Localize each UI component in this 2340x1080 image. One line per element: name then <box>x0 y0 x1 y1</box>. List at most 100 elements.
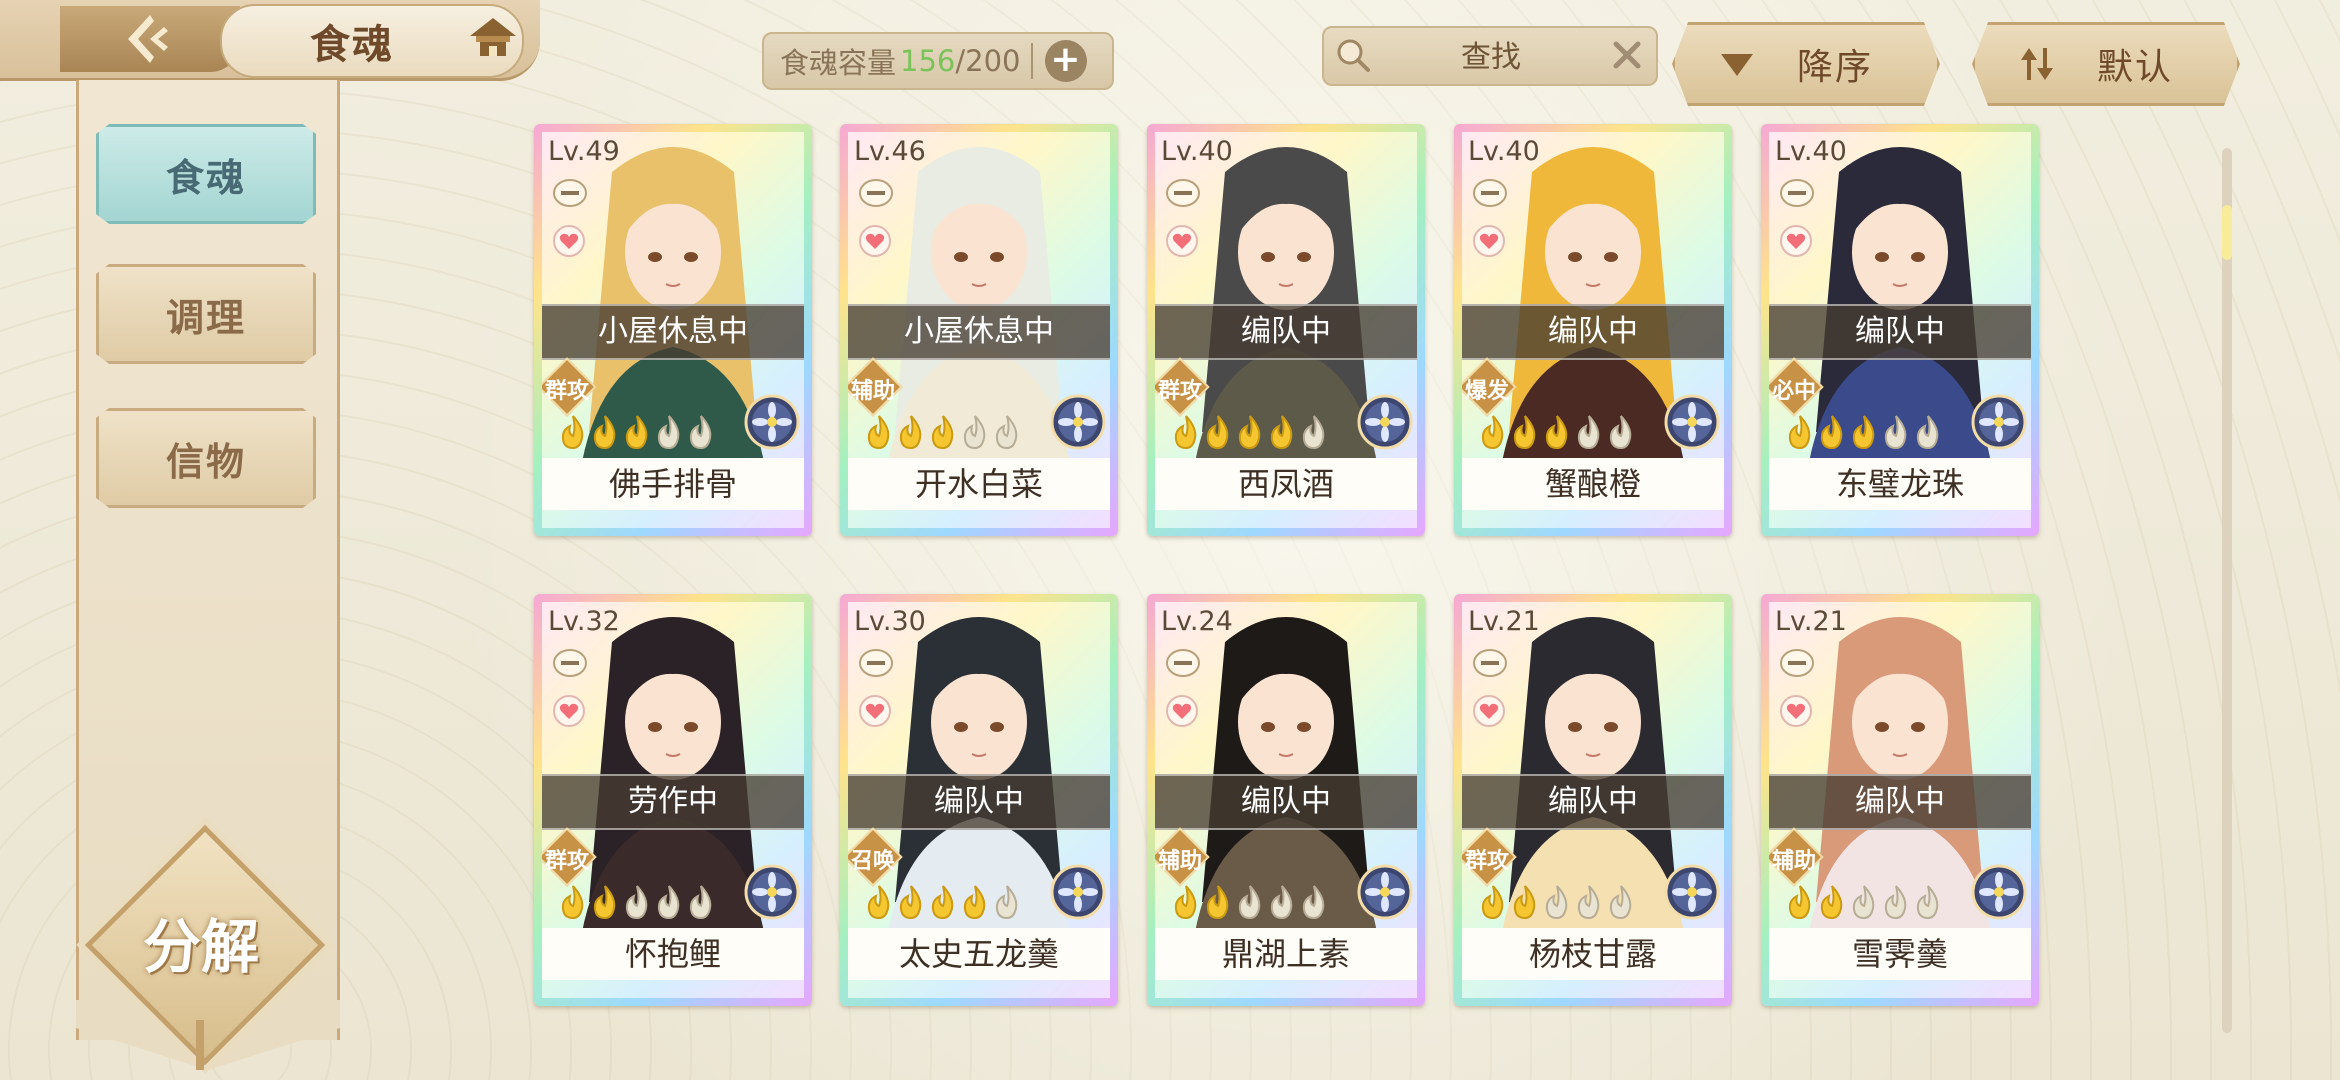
flame-empty-icon <box>1916 415 1939 450</box>
role-badge: 群攻 <box>542 357 597 417</box>
card-level: Lv.49 <box>548 136 620 167</box>
bowl-icon <box>1780 649 1814 677</box>
role-label: 必中 <box>1771 379 1816 404</box>
sort-default-button[interactable]: 默认 <box>1972 22 2240 106</box>
heart-icon[interactable] <box>552 694 586 728</box>
card-status: 编队中 <box>1462 304 1724 360</box>
flame-filled-icon <box>1788 885 1811 920</box>
scrollbar-track[interactable] <box>2222 148 2232 1033</box>
food-soul-card[interactable]: Lv.24 编队中 辅助 鼎湖上素 <box>1147 594 1425 1006</box>
food-soul-card[interactable]: Lv.32 劳作中 群攻 怀抱鲤 <box>534 594 812 1006</box>
flame-empty-icon <box>995 415 1018 450</box>
close-icon[interactable] <box>1610 38 1644 72</box>
element-medal-icon <box>744 864 800 920</box>
card-name: 雪霁羹 <box>1769 928 2031 980</box>
sidebar-tab-food-soul[interactable]: 食魂 <box>96 124 316 224</box>
card-inner: Lv.40 编队中 群攻 西凤酒 <box>1155 132 1417 528</box>
add-capacity-button[interactable]: + <box>1044 40 1087 82</box>
element-medal-icon <box>1357 864 1413 920</box>
heart-icon[interactable] <box>1165 224 1199 258</box>
heart-icon[interactable] <box>1472 224 1506 258</box>
role-badge: 召唤 <box>848 827 903 887</box>
element-medal-icon <box>1664 864 1720 920</box>
role-badge: 群攻 <box>542 827 597 887</box>
flame-filled-icon <box>1545 415 1568 450</box>
flame-filled-icon <box>1481 885 1504 920</box>
role-label: 爆发 <box>1464 379 1509 404</box>
sort-order-button[interactable]: 降序 <box>1672 22 1940 106</box>
sidebar-tab-token[interactable]: 信物 <box>96 408 316 508</box>
card-name: 太史五龙羹 <box>848 928 1110 980</box>
flame-empty-icon <box>1238 885 1261 920</box>
element-medal-icon <box>744 394 800 450</box>
search-input[interactable] <box>1384 34 1598 80</box>
decompose-label[interactable]: 分解 <box>118 900 284 984</box>
capacity-display: 食魂容量 156 /200 + <box>762 32 1114 90</box>
food-soul-card[interactable]: Lv.40 编队中 爆发 蟹酿橙 <box>1454 124 1732 536</box>
heart-icon[interactable] <box>1165 694 1199 728</box>
bowl-icon <box>859 179 893 207</box>
star-rating <box>1478 884 1658 924</box>
flame-empty-icon <box>689 415 712 450</box>
card-name: 杨枝甘露 <box>1462 928 1724 980</box>
food-soul-card[interactable]: Lv.21 编队中 辅助 雪霁羹 <box>1761 594 2039 1006</box>
star-rating <box>1171 414 1351 454</box>
role-label: 群攻 <box>544 849 589 874</box>
card-name: 鼎湖上素 <box>1155 928 1417 980</box>
role-badge: 群攻 <box>1462 827 1517 887</box>
flame-filled-icon <box>593 415 616 450</box>
element-medal-icon <box>1971 864 2027 920</box>
card-inner: Lv.30 编队中 召唤 太史五龙羹 <box>848 602 1110 998</box>
sidebar-tab-conditioning[interactable]: 调理 <box>96 264 316 364</box>
capacity-current: 156 <box>900 44 956 78</box>
flame-empty-icon <box>689 885 712 920</box>
food-soul-card[interactable]: Lv.40 编队中 必中 东璧龙珠 <box>1761 124 2039 536</box>
flame-empty-icon <box>1884 885 1907 920</box>
flame-filled-icon <box>1206 885 1229 920</box>
food-soul-card[interactable]: Lv.21 编队中 群攻 杨枝甘露 <box>1454 594 1732 1006</box>
star-rating <box>864 884 1044 924</box>
scrollbar-thumb[interactable] <box>2222 205 2232 260</box>
flame-filled-icon <box>561 415 584 450</box>
triangle-down-icon <box>1721 54 1753 76</box>
heart-icon[interactable] <box>858 694 892 728</box>
flame-filled-icon <box>625 415 648 450</box>
flame-filled-icon <box>561 885 584 920</box>
flame-filled-icon <box>1820 415 1843 450</box>
card-inner: Lv.40 编队中 爆发 蟹酿橙 <box>1462 132 1724 528</box>
flame-filled-icon <box>1513 885 1536 920</box>
food-soul-card[interactable]: Lv.49 小屋休息中 群攻 佛手排骨 <box>534 124 812 536</box>
flame-empty-icon <box>657 885 680 920</box>
card-status: 编队中 <box>848 774 1110 830</box>
food-soul-card[interactable]: Lv.30 编队中 召唤 太史五龙羹 <box>840 594 1118 1006</box>
role-label: 辅助 <box>1157 849 1202 874</box>
star-rating <box>864 414 1044 454</box>
heart-icon[interactable] <box>552 224 586 258</box>
flame-filled-icon <box>593 885 616 920</box>
back-button[interactable] <box>60 6 240 72</box>
heart-icon[interactable] <box>1779 224 1813 258</box>
food-soul-card[interactable]: Lv.46 小屋休息中 辅助 开水白菜 <box>840 124 1118 536</box>
element-medal-icon <box>1357 394 1413 450</box>
flame-empty-icon <box>1852 885 1875 920</box>
heart-icon[interactable] <box>858 224 892 258</box>
card-inner: Lv.24 编队中 辅助 鼎湖上素 <box>1155 602 1417 998</box>
card-level: Lv.24 <box>1161 606 1233 637</box>
flame-filled-icon <box>1513 415 1536 450</box>
card-name: 东璧龙珠 <box>1769 458 2031 510</box>
home-icon[interactable] <box>468 16 518 60</box>
flame-filled-icon <box>1820 885 1843 920</box>
sidebar-tab-label: 调理 <box>165 295 246 340</box>
heart-icon[interactable] <box>1472 694 1506 728</box>
flame-empty-icon <box>995 885 1018 920</box>
sort-arrows-icon <box>2021 48 2053 80</box>
card-inner: Lv.49 小屋休息中 群攻 佛手排骨 <box>542 132 804 528</box>
bowl-icon <box>1473 649 1507 677</box>
heart-icon[interactable] <box>1779 694 1813 728</box>
flame-empty-icon <box>657 415 680 450</box>
role-badge: 必中 <box>1769 357 1824 417</box>
card-name: 佛手排骨 <box>542 458 804 510</box>
flame-empty-icon <box>1609 885 1632 920</box>
food-soul-card[interactable]: Lv.40 编队中 群攻 西凤酒 <box>1147 124 1425 536</box>
flame-empty-icon <box>625 885 648 920</box>
